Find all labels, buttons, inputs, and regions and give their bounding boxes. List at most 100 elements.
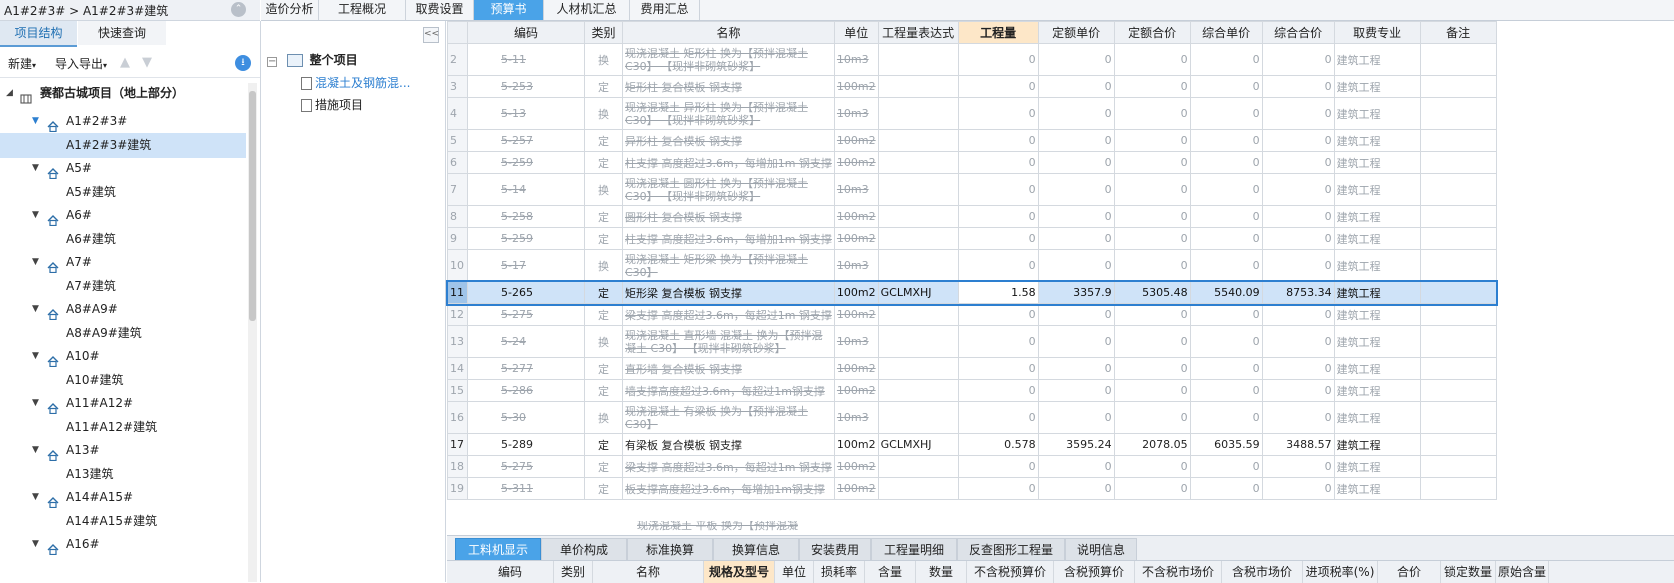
- tree-scrollbar[interactable]: [248, 83, 257, 582]
- cell-remarks[interactable]: [1419, 97, 1497, 130]
- detail-tab[interactable]: 安装费用: [799, 538, 871, 562]
- table-row[interactable]: 13 5-24 换现浇混凝土 直形墙 混凝土 换为【预拌混凝土 C30】 【现拌非砌…: [447, 325, 1497, 358]
- cell-unit[interactable]: 100m2: [833, 151, 879, 174]
- cell-name[interactable]: 现浇混凝土 直形墙 混凝土 换为【预拌混凝土 C30】 【现拌非砌筑砂浆】: [622, 325, 835, 358]
- cell-type[interactable]: 定: [584, 303, 623, 326]
- cell-type[interactable]: 换: [584, 249, 623, 282]
- tree-node[interactable]: ▼ A13#: [0, 438, 246, 463]
- cell-name[interactable]: 墙支撑高度超过3.6m，每超过1m钢支撑: [622, 379, 835, 402]
- cell-remarks[interactable]: [1419, 325, 1497, 358]
- tree-node[interactable]: ▼ A8#A9#: [0, 297, 246, 322]
- table-row[interactable]: 4 5-13 换现浇混凝土 异形柱 换为【预拌混凝土 C30】 【现拌非砌筑砂浆】 1…: [447, 97, 1497, 130]
- table-row[interactable]: 18 5-275 定梁支撑 高度超过3.6m，每超过1m 钢支撑 100m2 0 0 0 0 0…: [447, 455, 1497, 478]
- cell-expression[interactable]: [877, 325, 959, 358]
- detail-column-header[interactable]: 含量: [865, 561, 916, 583]
- cell-quantity[interactable]: 0: [957, 357, 1039, 380]
- cell-name[interactable]: 现浇混凝土 矩形柱 换为【预拌混凝土 C30】 【现拌非砌筑砂浆】: [622, 43, 835, 76]
- cell-expression[interactable]: [877, 227, 959, 250]
- scrollbar-thumb[interactable]: [249, 91, 256, 321]
- tree-leaf[interactable]: A5#建筑: [0, 180, 246, 205]
- tab-labor-material-summary[interactable]: 人材机汇总: [544, 0, 630, 20]
- cell-type[interactable]: 定: [584, 151, 623, 174]
- cell-unit[interactable]: 10m3: [833, 173, 879, 206]
- detail-column-header[interactable]: 规格及型号: [704, 561, 775, 583]
- cell-remarks[interactable]: [1419, 477, 1497, 500]
- tab-cost-summary[interactable]: 费用汇总: [630, 0, 700, 20]
- cell-remarks[interactable]: [1419, 43, 1497, 76]
- cell-code[interactable]: 5-265: [467, 281, 585, 304]
- cell-quantity[interactable]: 0: [957, 97, 1039, 130]
- cell-code[interactable]: 5-11: [467, 43, 585, 76]
- detail-tab[interactable]: 换算信息: [713, 538, 799, 562]
- cell-name[interactable]: 梁支撑 高度超过3.6m，每超过1m 钢支撑: [622, 455, 835, 478]
- tree-node[interactable]: ▼ A5#: [0, 156, 246, 181]
- header-total-price[interactable]: 定额合价: [1113, 21, 1191, 44]
- tree-node[interactable]: ▼ A14#A15#: [0, 485, 246, 510]
- tree-root-project[interactable]: ◢ 赛都古城项目（地上部分）: [0, 81, 246, 106]
- table-row[interactable]: 10 5-17 换现浇混凝土 矩形梁 换为【预拌混凝土 C30】 10m3 0 0 0 0 0 建…: [447, 249, 1497, 282]
- cell-fee-specialty[interactable]: 建筑工程: [1333, 97, 1421, 130]
- cell-fee-specialty[interactable]: 建筑工程: [1333, 357, 1421, 380]
- cell-name[interactable]: 柱支撑 高度超过3.6m，每增加1m 钢支撑: [622, 227, 835, 250]
- cell-type[interactable]: 定: [584, 205, 623, 228]
- cell-code[interactable]: 5-257: [467, 129, 585, 152]
- cell-type[interactable]: 定: [584, 357, 623, 380]
- cell-code[interactable]: 5-275: [467, 303, 585, 326]
- cell-fee-specialty[interactable]: 建筑工程: [1333, 433, 1421, 456]
- detail-tab[interactable]: 工料机显示: [455, 538, 541, 562]
- cell-type[interactable]: 换: [584, 43, 623, 76]
- cell-remarks[interactable]: [1419, 249, 1497, 282]
- cell-expression[interactable]: [877, 205, 959, 228]
- table-row[interactable]: 16 5-30 换现浇混凝土 有梁板 换为【预拌混凝土 C30】 10m3 0 0 0 0 0 建…: [447, 401, 1497, 434]
- header-fee-specialty[interactable]: 取费专业: [1333, 21, 1421, 44]
- detail-tab[interactable]: 标准换算: [627, 538, 713, 562]
- detail-column-header[interactable]: 类别: [554, 561, 593, 583]
- cell-code[interactable]: 5-286: [467, 379, 585, 402]
- table-row[interactable]: 11 5-265 定矩形梁 复合模板 钢支撑 100m2 GCLMXHJ 1.58 3357…: [445, 279, 1499, 306]
- tab-cost-analysis[interactable]: 造价分析: [261, 0, 319, 20]
- expand-triangle-icon[interactable]: ▼: [32, 297, 39, 322]
- header-code[interactable]: 编码: [467, 21, 585, 44]
- cell-quantity[interactable]: 0: [957, 205, 1039, 228]
- detail-tab[interactable]: 说明信息: [1065, 538, 1137, 562]
- cell-expression[interactable]: [877, 129, 959, 152]
- cell-fee-specialty[interactable]: 建筑工程: [1333, 401, 1421, 434]
- cell-name[interactable]: 现浇混凝土 有梁板 换为【预拌混凝土 C30】: [622, 401, 835, 434]
- cell-code[interactable]: 5-258: [467, 205, 585, 228]
- cell-fee-specialty[interactable]: 建筑工程: [1333, 227, 1421, 250]
- cell-expression[interactable]: GCLMXHJ: [877, 281, 959, 304]
- cell-expression[interactable]: [877, 97, 959, 130]
- header-remarks[interactable]: 备注: [1419, 21, 1497, 44]
- collapse-up-icon[interactable]: ⌃: [231, 2, 246, 17]
- cell-code[interactable]: 5-275: [467, 455, 585, 478]
- tab-project-structure[interactable]: 项目结构: [0, 21, 77, 47]
- tab-project-overview[interactable]: 工程概况: [319, 0, 406, 20]
- cell-fee-specialty[interactable]: 建筑工程: [1333, 129, 1421, 152]
- cell-code[interactable]: 5-289: [467, 433, 585, 456]
- header-quantity-expression[interactable]: 工程量表达式: [877, 21, 959, 44]
- cell-type[interactable]: 换: [584, 173, 623, 206]
- cell-type[interactable]: 定: [584, 129, 623, 152]
- cell-expression[interactable]: [877, 249, 959, 282]
- table-row[interactable]: 5 5-257 定异形柱 复合模板 钢支撑 100m2 0 0 0 0 0 建筑工程: [447, 129, 1497, 152]
- cell-name[interactable]: 现浇混凝土 圆形柱 换为【预拌混凝土 C30】 【现拌非砌筑砂浆】: [622, 173, 835, 206]
- cell-remarks[interactable]: [1419, 173, 1497, 206]
- expand-triangle-icon[interactable]: ▼: [32, 109, 39, 134]
- tree-item-measures[interactable]: 措施项目: [301, 94, 363, 116]
- cell-unit[interactable]: 10m3: [833, 249, 879, 282]
- table-row[interactable]: 14 5-277 定直形墙 复合模板 钢支撑 100m2 0 0 0 0 0 建筑工程: [447, 357, 1497, 380]
- expand-triangle-icon[interactable]: ▼: [32, 485, 39, 510]
- expand-triangle-icon[interactable]: ▼: [32, 344, 39, 369]
- tree-leaf[interactable]: A7#建筑: [0, 274, 246, 299]
- cell-code[interactable]: 5-253: [467, 75, 585, 98]
- tree-node[interactable]: ▼ A7#: [0, 250, 246, 275]
- cell-fee-specialty[interactable]: 建筑工程: [1333, 303, 1421, 326]
- header-unit-price[interactable]: 定额单价: [1037, 21, 1115, 44]
- cell-name[interactable]: 有梁板 复合模板 钢支撑: [622, 433, 835, 456]
- cell-quantity[interactable]: 0: [957, 227, 1039, 250]
- cell-name[interactable]: 矩形梁 复合模板 钢支撑: [622, 281, 835, 304]
- expand-triangle-icon[interactable]: ▼: [32, 438, 39, 463]
- import-export-button[interactable]: 导入导出▾: [55, 55, 107, 72]
- cell-code[interactable]: 5-259: [467, 151, 585, 174]
- tab-quick-query[interactable]: 快速查询: [78, 21, 166, 45]
